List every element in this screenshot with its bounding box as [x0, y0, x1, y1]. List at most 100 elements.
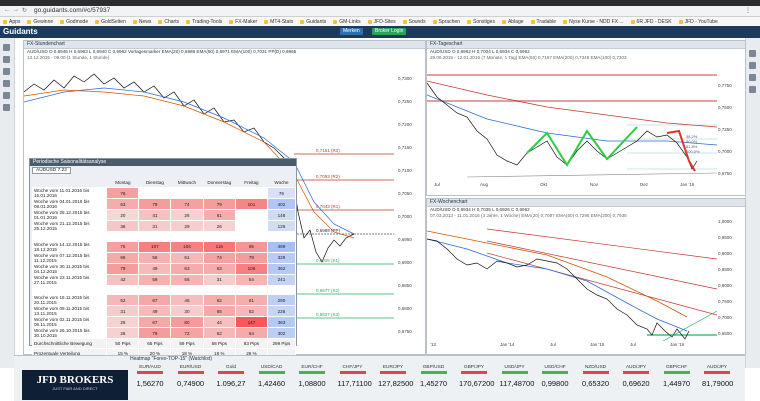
- quote-tile[interactable]: EUR/JPY 127,82500: [378, 365, 413, 400]
- bookmark-item[interactable]: Sonstiges: [467, 19, 495, 25]
- table-cell: 63: [202, 262, 237, 275]
- shape-tool-icon[interactable]: [3, 92, 10, 99]
- quote-change-bar: [339, 371, 366, 374]
- table-cell: 63: [170, 262, 204, 275]
- quote-value: 1.096,27: [216, 379, 246, 388]
- forward-icon[interactable]: →: [13, 7, 19, 13]
- quote-tile[interactable]: EUR/USD 0,74900: [176, 365, 206, 400]
- bookmark-item[interactable]: JFD-Sites: [368, 19, 396, 25]
- left-toolbar: [0, 38, 15, 368]
- weekly-chart-plot[interactable]: [427, 219, 717, 341]
- jfd-brokers-logo[interactable]: JFD BROKERS JUST FAIR AND DIRECT: [22, 370, 128, 400]
- table-cell: 41: [138, 209, 172, 221]
- bookmark-item[interactable]: Ablage: [502, 19, 524, 25]
- quote-tile[interactable]: NZD/USD 0,65320: [581, 365, 611, 400]
- bookmark-item[interactable]: GM-Links: [333, 19, 360, 25]
- quote-symbol: Gold: [225, 365, 237, 370]
- merken-button[interactable]: Merken: [340, 28, 363, 35]
- broker-login-button[interactable]: Broker Login: [372, 28, 407, 35]
- bookmark-item[interactable]: JFD - YouTube: [679, 19, 718, 25]
- chat-icon[interactable]: [749, 86, 756, 93]
- column-header: Woche: [274, 179, 289, 185]
- back-icon[interactable]: ←: [4, 7, 10, 13]
- bookmark-item[interactable]: GoldSeiten: [95, 19, 126, 25]
- guidants-logo: Guidants: [3, 27, 38, 36]
- table-row: Woche vom 11.01.2016 bis 15.01.2016 76 76: [31, 187, 297, 199]
- alerts-icon[interactable]: [749, 74, 756, 81]
- week-label: Woche vom 28.12.2015 bis 01.01.2016: [31, 209, 108, 221]
- url-text[interactable]: go.guidants.com/#c/57937: [34, 7, 110, 14]
- bookmark-item[interactable]: News: [133, 19, 152, 25]
- table-cell: 74: [202, 251, 237, 264]
- line-tool-icon[interactable]: [3, 56, 10, 63]
- level-s2: 0,6877 (S2): [316, 288, 340, 293]
- bookmark-item[interactable]: Godmode: [60, 19, 88, 25]
- bookmark-item[interactable]: Sounds: [403, 19, 426, 25]
- table-cell: 75: [106, 240, 140, 253]
- bookmark-item[interactable]: FX-Maker: [229, 19, 257, 25]
- trash-icon[interactable]: [3, 104, 10, 111]
- quote-value: 117,71100: [337, 379, 372, 388]
- symbol-select[interactable]: AUDUSD 7.22: [32, 167, 71, 174]
- quote-symbol: USD/CHF: [544, 365, 566, 370]
- cursor-tool-icon[interactable]: [3, 44, 10, 51]
- bookmark-item[interactable]: MT4-Stats: [264, 19, 293, 25]
- level-r1: 0,7043 (R1): [316, 204, 340, 209]
- table-cell: [235, 209, 268, 221]
- news-icon[interactable]: [749, 62, 756, 69]
- quote-tile[interactable]: USD/JPY 117,48700: [500, 365, 535, 400]
- table-cell: 64: [235, 327, 268, 340]
- quote-tile[interactable]: EUR/AUD 1,56270: [135, 365, 165, 400]
- quote-value: 1,45270: [419, 379, 448, 388]
- quote-tile[interactable]: Gold 1.096,27: [216, 365, 246, 400]
- quote-tile[interactable]: GBP/JPY 170,67200: [459, 365, 494, 400]
- menu-icon[interactable]: ⋮: [745, 7, 751, 14]
- table-cell: 61: [235, 294, 268, 307]
- table-row: Woche vom 04.01.2016 bis 08.01.2016 63 79 7…: [31, 198, 297, 210]
- quote-tile[interactable]: GBP/USD 1,45270: [419, 365, 449, 400]
- table-cell: 116: [202, 240, 237, 253]
- bookmark-item[interactable]: Tradable: [531, 19, 557, 25]
- quote-tile[interactable]: CHF/JPY 117,71100: [337, 365, 372, 400]
- table-cell: [202, 231, 237, 242]
- quote-tile[interactable]: USD/CHF 0,99800: [540, 365, 570, 400]
- week-label: Woche vom 14.12.2015 bis 18.12.2015: [31, 240, 108, 253]
- table-row: Woche vom 23.11.2015 bis 27.11.2015 42 59 5…: [31, 273, 297, 286]
- bookmark-item[interactable]: Guidants: [300, 19, 326, 25]
- table-cell: 61: [202, 209, 237, 221]
- bookmark-item[interactable]: Nyse Kurse - NDD FX ...: [563, 19, 623, 25]
- bookmark-item[interactable]: Apps: [3, 19, 20, 25]
- text-tool-icon[interactable]: [3, 80, 10, 87]
- browser-address-bar[interactable]: [0, 6, 760, 17]
- quote-symbol: GBP/CHF: [665, 365, 688, 370]
- quote-change-bar: [461, 371, 487, 374]
- quote-tile[interactable]: GBP/CHF 1,44970: [662, 365, 692, 400]
- bookmark-item[interactable]: 6R JFD - DESK: [631, 19, 672, 25]
- column-header: Dienstag: [145, 179, 164, 185]
- daily-chart-plot[interactable]: [427, 61, 717, 181]
- fib-tool-icon[interactable]: [3, 68, 10, 75]
- bookmark-item[interactable]: Sprachen: [433, 19, 460, 25]
- week-label: Woche vom 11.01.2016 bis 15.01.2016: [31, 187, 108, 199]
- table-cell: 44: [202, 316, 237, 329]
- table-cell: [138, 231, 172, 242]
- bookmark-item[interactable]: Trading-Tools: [186, 19, 222, 25]
- quote-tile[interactable]: USD/CAD 1,42460: [257, 365, 287, 400]
- quote-value: 0,74900: [176, 379, 205, 388]
- quote-symbol: EUR/USD: [179, 365, 202, 370]
- reload-icon[interactable]: ↻: [22, 7, 27, 14]
- quote-tile[interactable]: AUD/JPY 81,79000: [702, 365, 733, 400]
- table-cell: 147: [235, 316, 268, 329]
- quote-tile[interactable]: EUR/CHF 1,08800: [297, 365, 327, 400]
- quote-change-bar: [542, 371, 568, 374]
- week-label: Woche vom 30.11.2015 bis 04.12.2015: [31, 262, 108, 275]
- table-cell: 51: [170, 251, 204, 264]
- widget-icon[interactable]: [749, 50, 756, 57]
- week-label: Woche vom 02.11.2015 bis 06.11.2015: [31, 316, 108, 329]
- seasonality-table-window[interactable]: Periodische Saisonalitätsanalyse AUDUSD …: [29, 158, 297, 378]
- table-cell: 59: [138, 273, 172, 286]
- quote-tile[interactable]: AUD/JPY 0,69620: [621, 365, 651, 400]
- bookmark-item[interactable]: Charts: [158, 19, 179, 25]
- table-row: Woche vom 02.11.2015 bis 06.11.2015 25 67 8…: [31, 316, 297, 329]
- bookmark-item[interactable]: Gewinne: [27, 19, 53, 25]
